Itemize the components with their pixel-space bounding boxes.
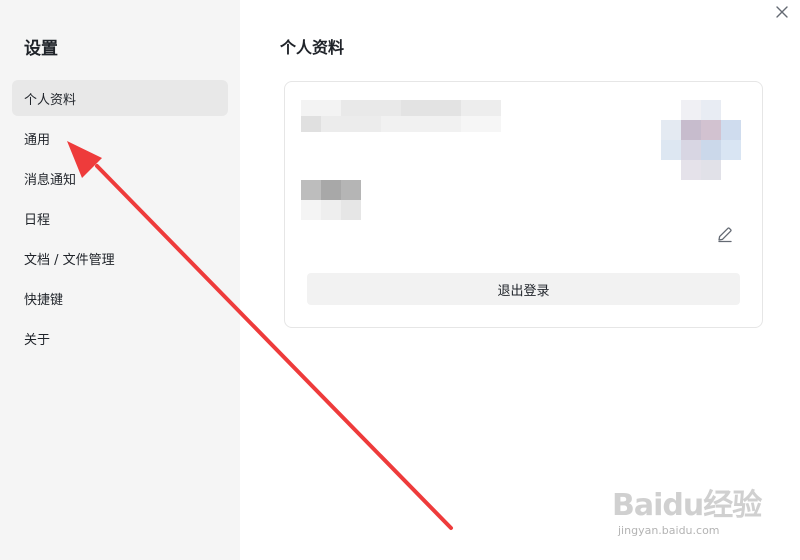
- sidebar-item-docs-files[interactable]: 文档 / 文件管理: [12, 240, 228, 276]
- sidebar-item-profile[interactable]: 个人资料: [12, 80, 228, 116]
- sidebar-title: 设置: [24, 39, 58, 59]
- settings-nav: 个人资料 通用 消息通知 日程 文档 / 文件管理 快捷键 关于: [12, 80, 228, 360]
- logout-button[interactable]: 退出登录: [307, 273, 740, 305]
- close-icon: [776, 6, 788, 18]
- edit-profile-button[interactable]: [715, 224, 735, 244]
- sidebar-item-notifications[interactable]: 消息通知: [12, 160, 228, 196]
- page-title: 个人资料: [280, 38, 345, 57]
- profile-card: 退出登录: [284, 81, 763, 328]
- user-name-redacted: [301, 100, 501, 132]
- close-button[interactable]: [774, 4, 790, 20]
- sidebar-item-about[interactable]: 关于: [12, 320, 228, 356]
- watermark-url: jingyan.baidu.com: [618, 524, 720, 537]
- settings-sidebar: 设置 个人资料 通用 消息通知 日程 文档 / 文件管理 快捷键 关于: [0, 0, 240, 560]
- sidebar-item-shortcuts[interactable]: 快捷键: [12, 280, 228, 316]
- user-detail-redacted: [301, 180, 361, 220]
- watermark: Baidu经验 jingyan.baidu.com: [612, 480, 762, 540]
- avatar[interactable]: [661, 100, 741, 180]
- sidebar-item-general[interactable]: 通用: [12, 120, 228, 156]
- pencil-icon: [718, 227, 732, 243]
- watermark-logo: Baidu经验: [612, 488, 762, 523]
- sidebar-item-calendar[interactable]: 日程: [12, 200, 228, 236]
